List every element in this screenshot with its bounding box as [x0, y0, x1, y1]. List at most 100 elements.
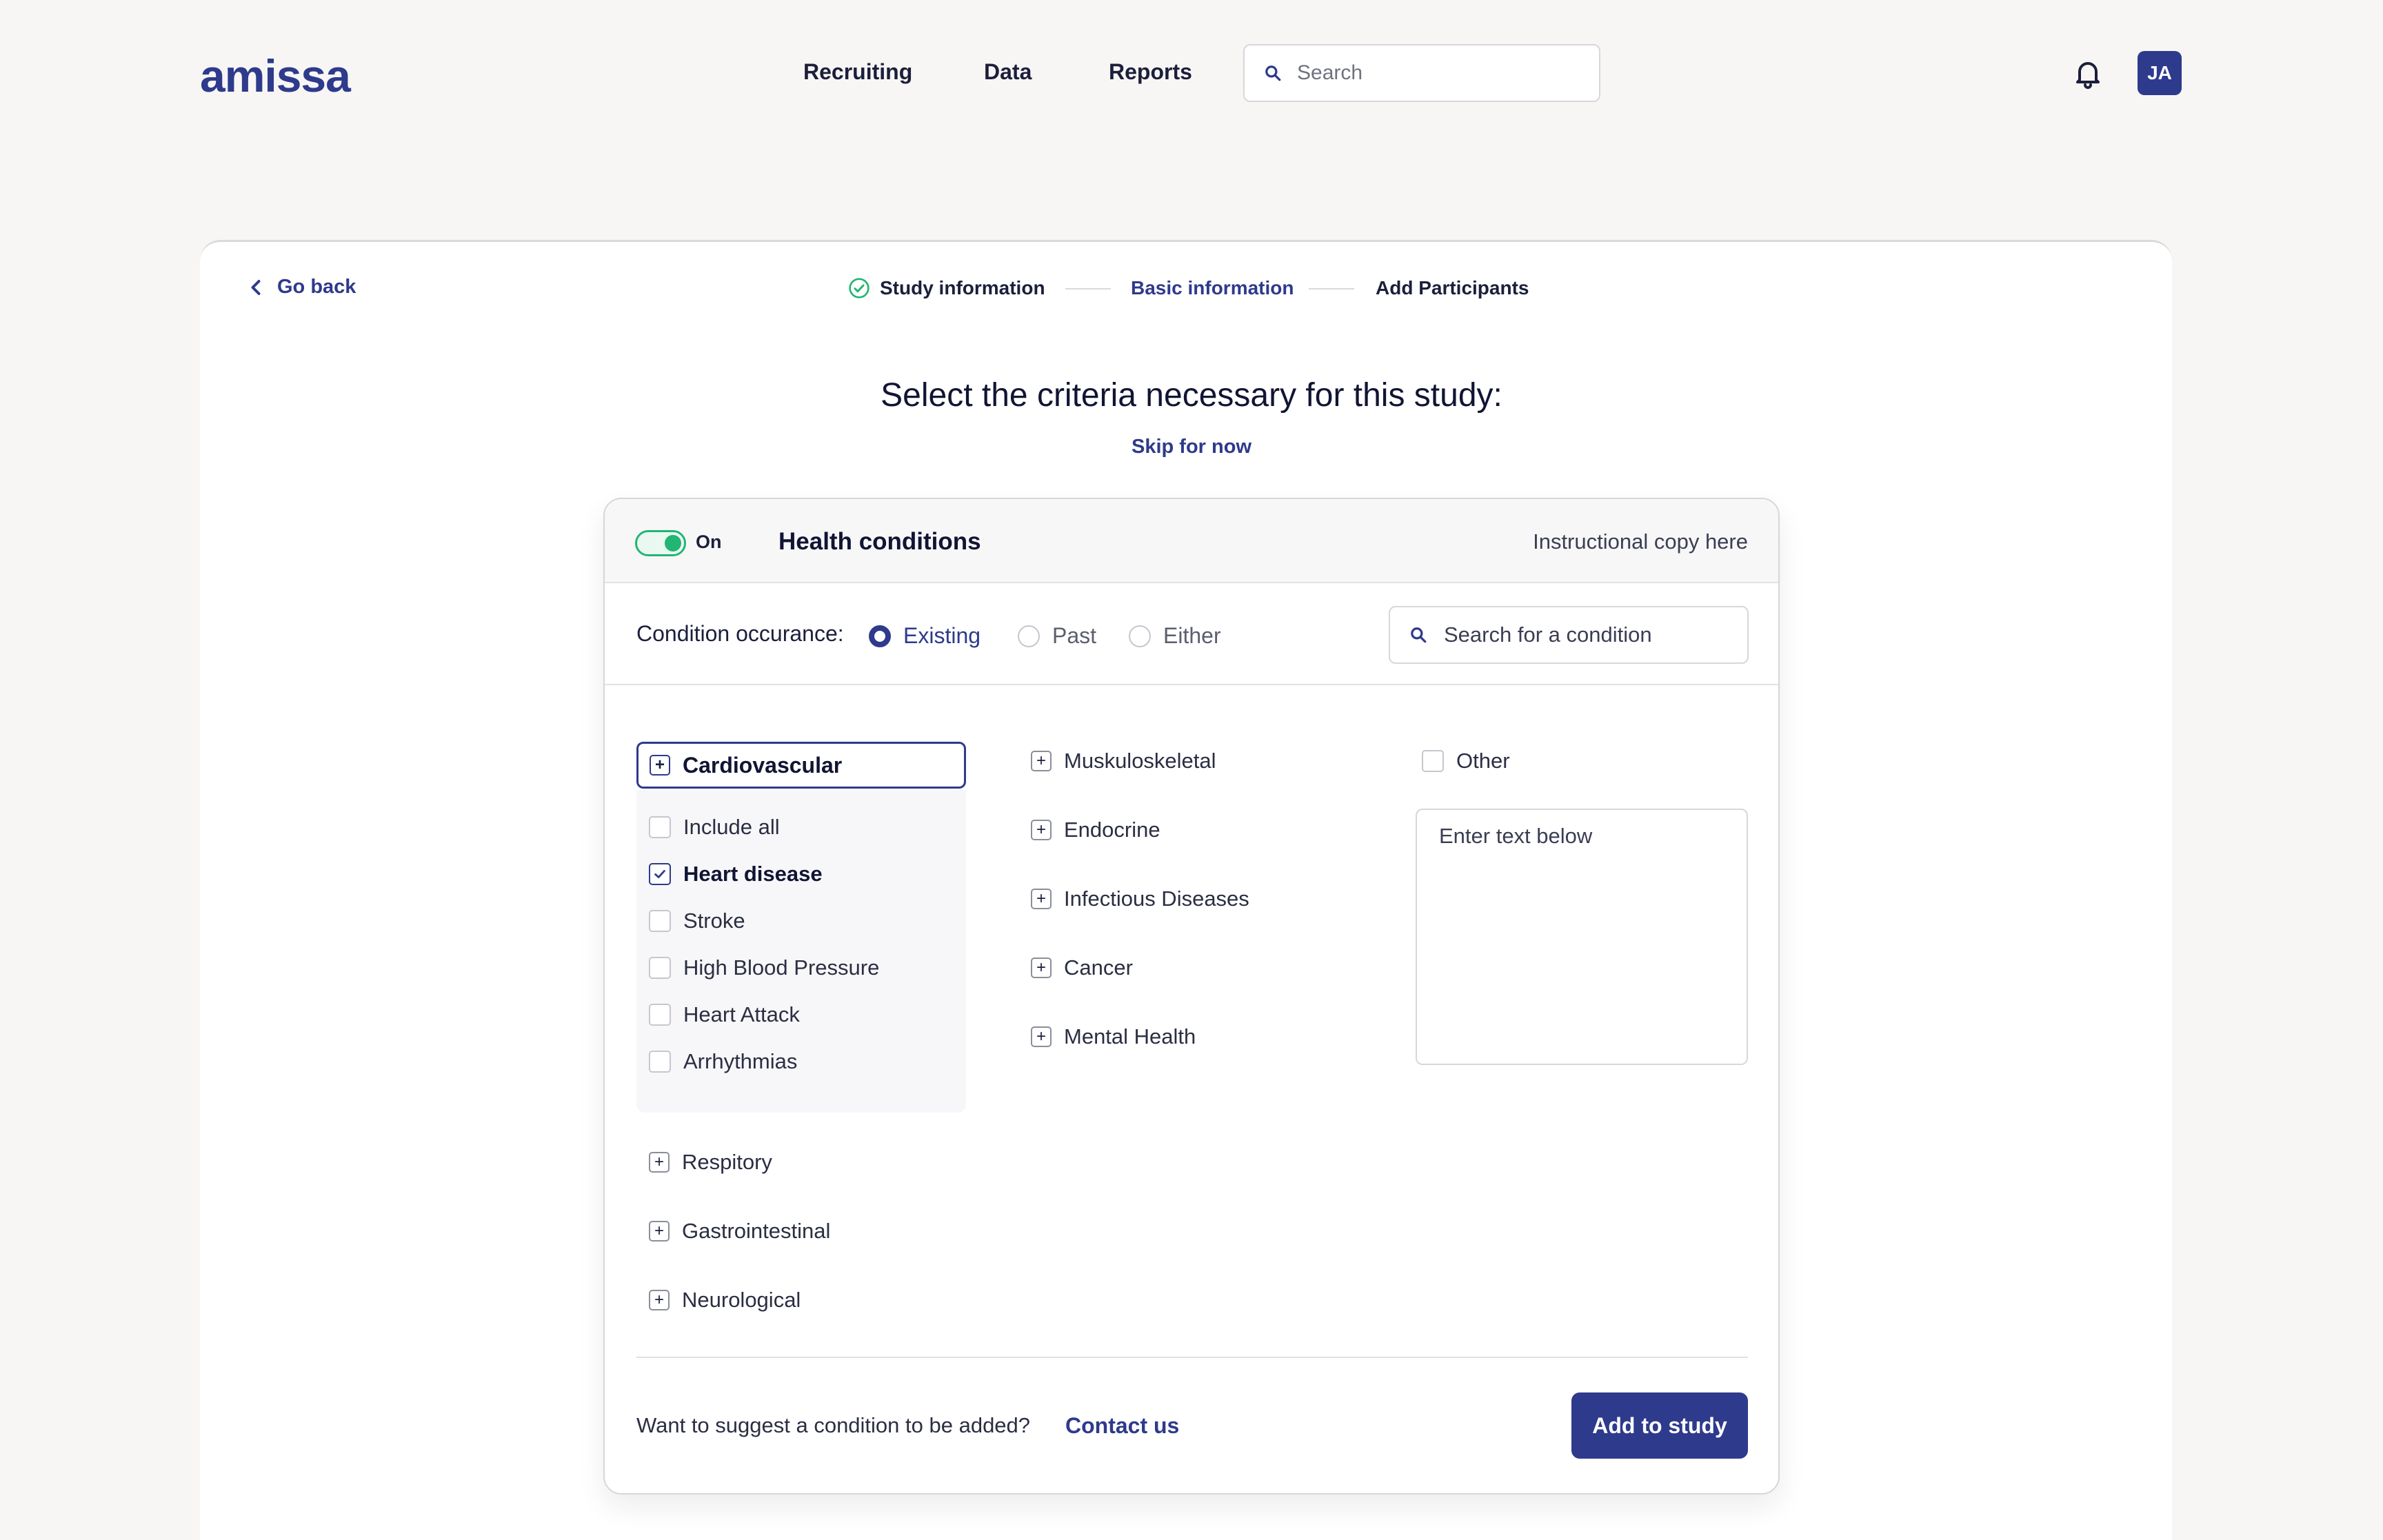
instructional-copy: Instructional copy here	[1533, 529, 1748, 554]
nav-reports[interactable]: Reports	[1109, 59, 1192, 85]
checkbox	[649, 910, 671, 932]
search-icon	[1411, 627, 1427, 643]
category-muskuloskeletal[interactable]: + Muskuloskeletal	[1031, 749, 1216, 773]
radio-past[interactable]: Past	[1018, 623, 1096, 649]
radio-dot	[1129, 625, 1151, 647]
checkbox	[649, 1051, 671, 1073]
checkbox-other[interactable]: Other	[1422, 749, 1510, 773]
checkbox	[649, 1004, 671, 1026]
textarea-placeholder: Enter text below	[1439, 824, 1593, 848]
category-neurological[interactable]: + Neurological	[649, 1288, 801, 1313]
category-label: Infectious Diseases	[1064, 886, 1249, 911]
radio-dot	[1018, 625, 1040, 647]
plus-icon: +	[1031, 958, 1052, 978]
checkbox-checked	[649, 863, 671, 885]
category-infectious-diseases[interactable]: + Infectious Diseases	[1031, 886, 1249, 911]
category-endocrine[interactable]: + Endocrine	[1031, 818, 1160, 842]
checkmark-icon	[654, 870, 665, 878]
plus-icon: +	[649, 1221, 670, 1242]
step-label: Add Participants	[1376, 277, 1529, 298]
check-circle-icon	[849, 278, 869, 298]
divider	[636, 1357, 1748, 1358]
checkbox-arrhythmias[interactable]: Arrhythmias	[649, 1049, 797, 1074]
plus-icon: +	[1031, 1026, 1052, 1047]
search-placeholder: Search for a condition	[1444, 622, 1652, 647]
checkbox-high-blood-pressure[interactable]: High Blood Pressure	[649, 955, 879, 980]
step-divider	[1065, 288, 1111, 290]
health-conditions-panel: On Health conditions Instructional copy …	[603, 498, 1780, 1495]
panel-title: Health conditions	[778, 528, 981, 555]
panel-header: On Health conditions Instructional copy …	[605, 499, 1778, 583]
category-mental-health[interactable]: + Mental Health	[1031, 1024, 1196, 1049]
plus-icon: +	[649, 1152, 670, 1173]
skip-for-now-link[interactable]: Skip for now	[0, 436, 2383, 458]
toggle-knob	[665, 535, 681, 551]
step-divider	[1309, 288, 1354, 290]
checkbox-heart-disease[interactable]: Heart disease	[649, 862, 823, 886]
checkbox-heart-attack[interactable]: Heart Attack	[649, 1002, 800, 1027]
global-search-input[interactable]: Search	[1243, 44, 1600, 102]
bell-icon[interactable]	[2071, 57, 2104, 90]
checkbox-label: Other	[1456, 749, 1510, 773]
plus-icon: +	[1031, 889, 1052, 909]
add-to-study-button[interactable]: Add to study	[1571, 1392, 1748, 1459]
step-basic-information[interactable]: Basic information	[1131, 277, 1294, 299]
checkbox-stroke[interactable]: Stroke	[649, 909, 745, 933]
checkbox	[1422, 750, 1444, 772]
go-back-label: Go back	[277, 276, 356, 298]
go-back-link[interactable]: Go back	[250, 276, 356, 298]
amissa-logo[interactable]: amissa	[200, 50, 351, 102]
step-study-information[interactable]: Study information	[848, 277, 1045, 299]
category-label: Cancer	[1064, 955, 1133, 980]
cardiovascular-subitems: Include all Heart disease Stroke High Bl…	[636, 790, 966, 1113]
radio-label: Existing	[903, 623, 981, 648]
radio-label: Either	[1163, 623, 1221, 648]
toggle-label: On	[696, 531, 722, 552]
suggest-text: Want to suggest a condition to be added?	[636, 1413, 1031, 1437]
plus-icon: +	[649, 1290, 670, 1310]
checkbox-label: High Blood Pressure	[683, 955, 880, 980]
category-label: Respitory	[682, 1150, 772, 1174]
search-placeholder: Search	[1297, 61, 1363, 84]
user-avatar[interactable]: JA	[2138, 51, 2182, 95]
checkbox-label: Arrhythmias	[683, 1049, 798, 1073]
plus-icon: +	[1031, 751, 1052, 771]
nav-data[interactable]: Data	[984, 59, 1032, 85]
plus-icon: +	[1031, 820, 1052, 840]
checkbox-label: Include all	[683, 815, 780, 839]
checkbox-include-all[interactable]: Include all	[649, 815, 780, 840]
contact-us-link[interactable]: Contact us	[1065, 1413, 1179, 1439]
checkbox	[649, 816, 671, 838]
chevron-left-icon	[251, 279, 261, 295]
radio-dot	[869, 625, 891, 647]
category-respitory[interactable]: + Respitory	[649, 1150, 772, 1175]
step-label: Study information	[880, 277, 1045, 298]
checkbox	[649, 957, 671, 979]
occurrence-row: Condition occurance: Existing Past Eithe…	[605, 583, 1778, 685]
search-icon	[1265, 65, 1281, 81]
category-label: Mental Health	[1064, 1024, 1196, 1048]
category-cardiovascular[interactable]: + Cardiovascular	[636, 742, 966, 789]
radio-label: Past	[1052, 623, 1097, 648]
occurrence-label: Condition occurance:	[636, 621, 844, 646]
category-label: Muskuloskeletal	[1064, 749, 1216, 773]
checkbox-label: Heart Attack	[683, 1002, 800, 1026]
step-add-participants[interactable]: Add Participants	[1376, 277, 1529, 299]
health-conditions-toggle[interactable]	[635, 530, 686, 556]
checkbox-label: Stroke	[683, 909, 745, 933]
checkbox-label: Heart disease	[683, 862, 823, 886]
category-label: Endocrine	[1064, 818, 1160, 842]
plus-icon: +	[650, 755, 670, 776]
category-label: Gastrointestinal	[682, 1219, 831, 1243]
category-gastrointestinal[interactable]: + Gastrointestinal	[649, 1219, 830, 1244]
page-title: Select the criteria necessary for this s…	[881, 377, 1502, 414]
category-cancer[interactable]: + Cancer	[1031, 955, 1133, 980]
nav-recruiting[interactable]: Recruiting	[803, 59, 912, 85]
condition-search-input[interactable]: Search for a condition	[1389, 606, 1749, 664]
radio-existing[interactable]: Existing	[869, 623, 981, 649]
category-label: Neurological	[682, 1288, 801, 1312]
radio-either[interactable]: Either	[1129, 623, 1221, 649]
other-text-area[interactable]: Enter text below	[1416, 809, 1748, 1065]
skip-label: Skip for now	[1132, 436, 1251, 458]
category-label: Cardiovascular	[683, 752, 843, 778]
